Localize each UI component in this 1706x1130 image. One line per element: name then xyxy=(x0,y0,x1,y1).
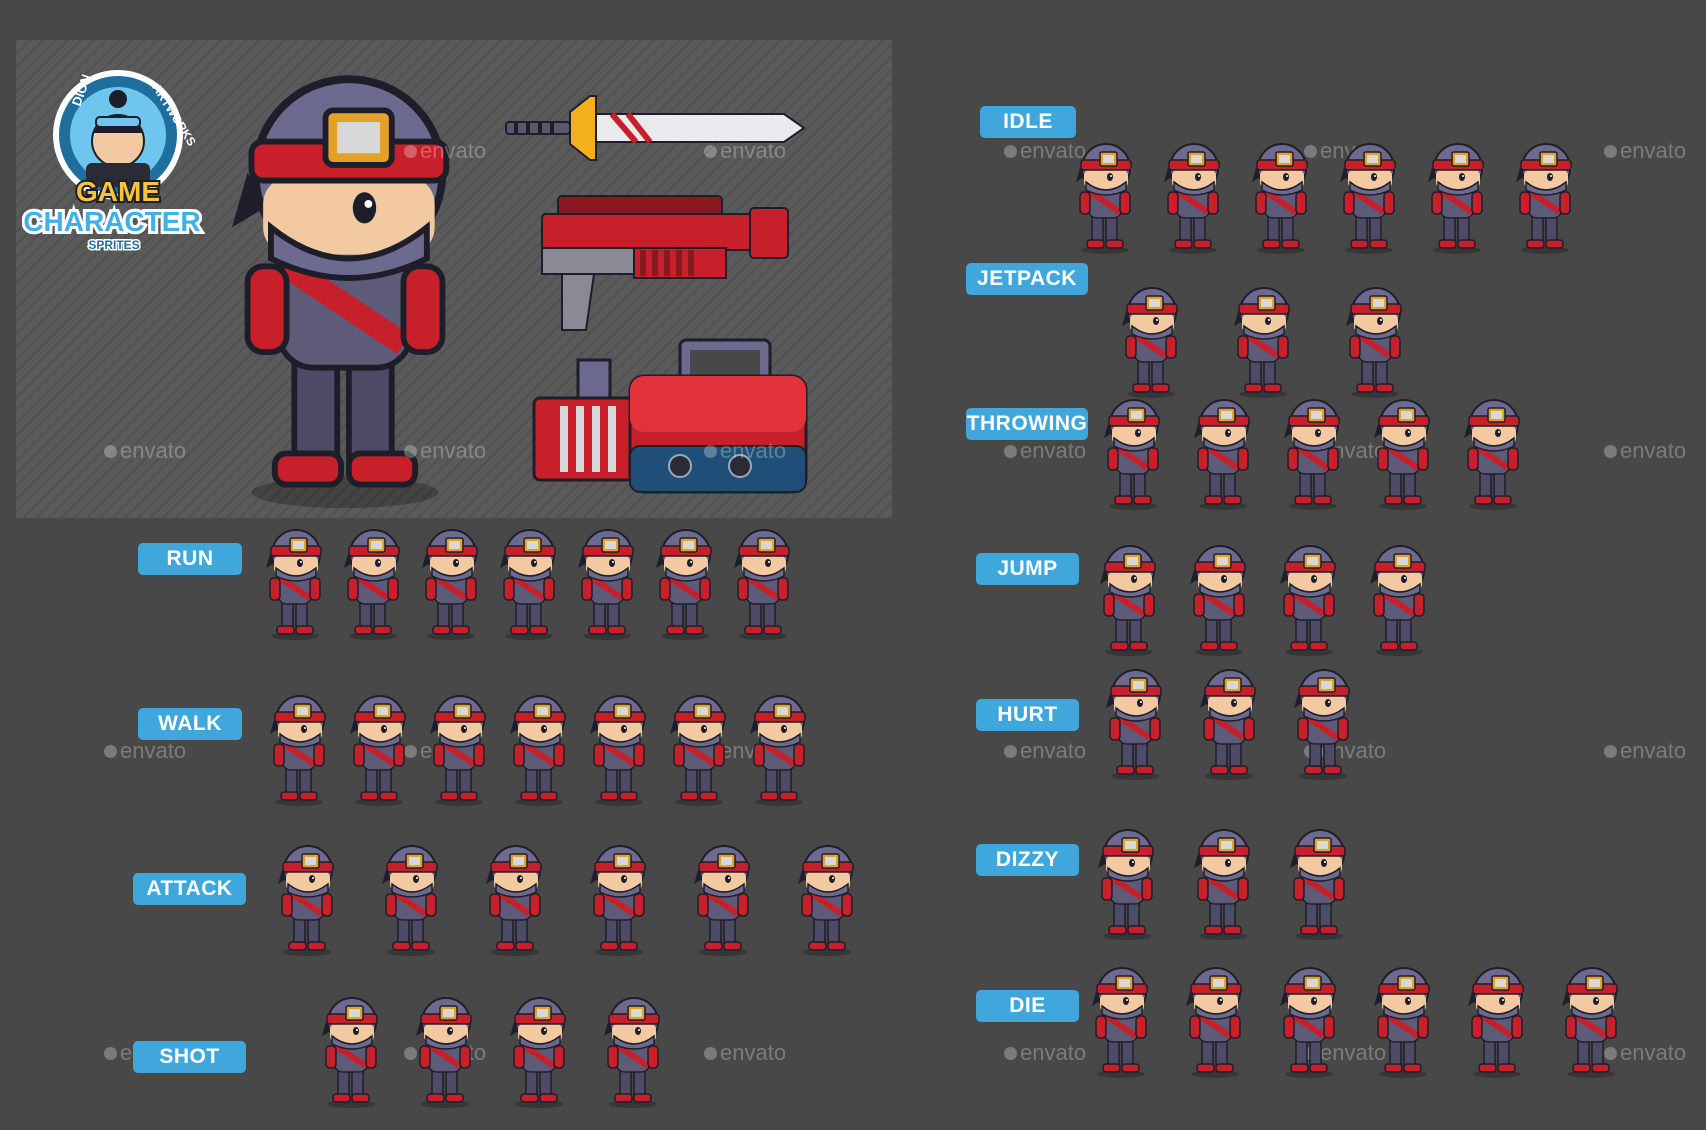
sprite-frame-run-4 xyxy=(496,522,562,640)
sprite-frame-dizzy-3 xyxy=(1286,822,1352,940)
sprite-frame-idle-2 xyxy=(1160,136,1226,254)
envato-watermark: envato xyxy=(104,738,186,764)
sprite-frame-jetpack-3 xyxy=(1342,280,1408,398)
sprite-frame-die-2 xyxy=(1182,960,1248,1078)
label-idle: IDLE xyxy=(980,106,1076,138)
sprite-frame-idle-3 xyxy=(1248,136,1314,254)
envato-watermark: envato xyxy=(1604,738,1686,764)
label-dizzy: DIZZY xyxy=(976,844,1079,876)
svg-text:GAME: GAME xyxy=(76,176,160,207)
sprite-frame-run-1 xyxy=(262,522,328,640)
sprite-frame-dizzy-2 xyxy=(1190,822,1256,940)
sprite-frame-shot-3 xyxy=(506,990,572,1108)
sprite-frame-die-6 xyxy=(1558,960,1624,1078)
sprite-frame-walk-5 xyxy=(586,688,652,806)
envato-watermark: envato xyxy=(1604,138,1686,164)
sprite-frame-attack-6 xyxy=(794,838,860,956)
sprite-frame-die-5 xyxy=(1464,960,1530,1078)
ninja-character-preview xyxy=(190,48,500,508)
label-hurt: HURT xyxy=(976,699,1079,731)
sprite-frame-throwing-5 xyxy=(1460,392,1526,510)
sprite-frame-walk-4 xyxy=(506,688,572,806)
svg-text:CHARACTER: CHARACTER xyxy=(23,206,200,237)
sprite-frame-shot-4 xyxy=(600,990,666,1108)
envato-watermark: envato xyxy=(1004,1040,1086,1066)
sprite-frame-jetpack-2 xyxy=(1230,280,1296,398)
label-jetpack: JETPACK xyxy=(966,263,1088,295)
dagger-weapon xyxy=(505,95,806,161)
envato-watermark: envato xyxy=(1004,438,1086,464)
sprite-frame-die-4 xyxy=(1370,960,1436,1078)
sprite-frame-hurt-1 xyxy=(1102,662,1168,780)
sprite-frame-hurt-2 xyxy=(1196,662,1262,780)
sprite-frame-attack-4 xyxy=(586,838,652,956)
sprite-frame-throwing-1 xyxy=(1100,392,1166,510)
sprite-frame-hurt-3 xyxy=(1290,662,1356,780)
sprite-frame-run-7 xyxy=(730,522,796,640)
sprite-frame-run-5 xyxy=(574,522,640,640)
envato-watermark: envato xyxy=(704,1040,786,1066)
sprite-frame-attack-5 xyxy=(690,838,756,956)
sprite-frame-idle-1 xyxy=(1072,136,1138,254)
sprite-frame-throwing-4 xyxy=(1370,392,1436,510)
label-die: DIE xyxy=(976,990,1079,1022)
sprite-frame-attack-2 xyxy=(378,838,444,956)
sprite-frame-die-1 xyxy=(1088,960,1154,1078)
label-walk: WALK xyxy=(138,708,242,740)
sprite-frame-walk-6 xyxy=(666,688,732,806)
envato-watermark: envato xyxy=(1604,438,1686,464)
sprite-frame-walk-3 xyxy=(426,688,492,806)
sprite-frame-run-3 xyxy=(418,522,484,640)
sprite-frame-jump-3 xyxy=(1276,538,1342,656)
sprite-frame-idle-5 xyxy=(1424,136,1490,254)
sprite-frame-walk-2 xyxy=(346,688,412,806)
sprite-frame-walk-7 xyxy=(746,688,812,806)
label-jump: JUMP xyxy=(976,553,1079,585)
sprite-frame-walk-1 xyxy=(266,688,332,806)
label-run: RUN xyxy=(138,543,242,575)
sprite-frame-die-3 xyxy=(1276,960,1342,1078)
sprite-frame-run-6 xyxy=(652,522,718,640)
sprite-frame-jetpack-1 xyxy=(1118,280,1184,398)
sprite-frame-idle-6 xyxy=(1512,136,1578,254)
sprite-frame-jump-2 xyxy=(1186,538,1252,656)
sprite-frame-throwing-2 xyxy=(1190,392,1256,510)
sprite-frame-shot-1 xyxy=(318,990,384,1108)
sprite-frame-attack-1 xyxy=(274,838,340,956)
label-attack: ATTACK xyxy=(133,873,246,905)
sprite-frame-jump-1 xyxy=(1096,538,1162,656)
sprite-frame-dizzy-1 xyxy=(1094,822,1160,940)
sprite-frame-throwing-3 xyxy=(1280,392,1346,510)
label-throwing: THROWING xyxy=(966,408,1088,440)
sprite-frame-run-2 xyxy=(340,522,406,640)
svg-text:SPRITES: SPRITES xyxy=(88,238,139,252)
label-shot: SHOT xyxy=(133,1041,246,1073)
game-character-sprites-logo: DION ARTWORKS GAME CHARACTER SPRITES xyxy=(20,55,208,265)
cannon-weapon xyxy=(532,338,808,494)
sprite-frame-shot-2 xyxy=(412,990,478,1108)
sprite-frame-jump-4 xyxy=(1366,538,1432,656)
sprite-frame-attack-3 xyxy=(482,838,548,956)
envato-watermark: envato xyxy=(1004,738,1086,764)
blaster-gun-weapon xyxy=(541,195,789,331)
sprite-frame-idle-4 xyxy=(1336,136,1402,254)
